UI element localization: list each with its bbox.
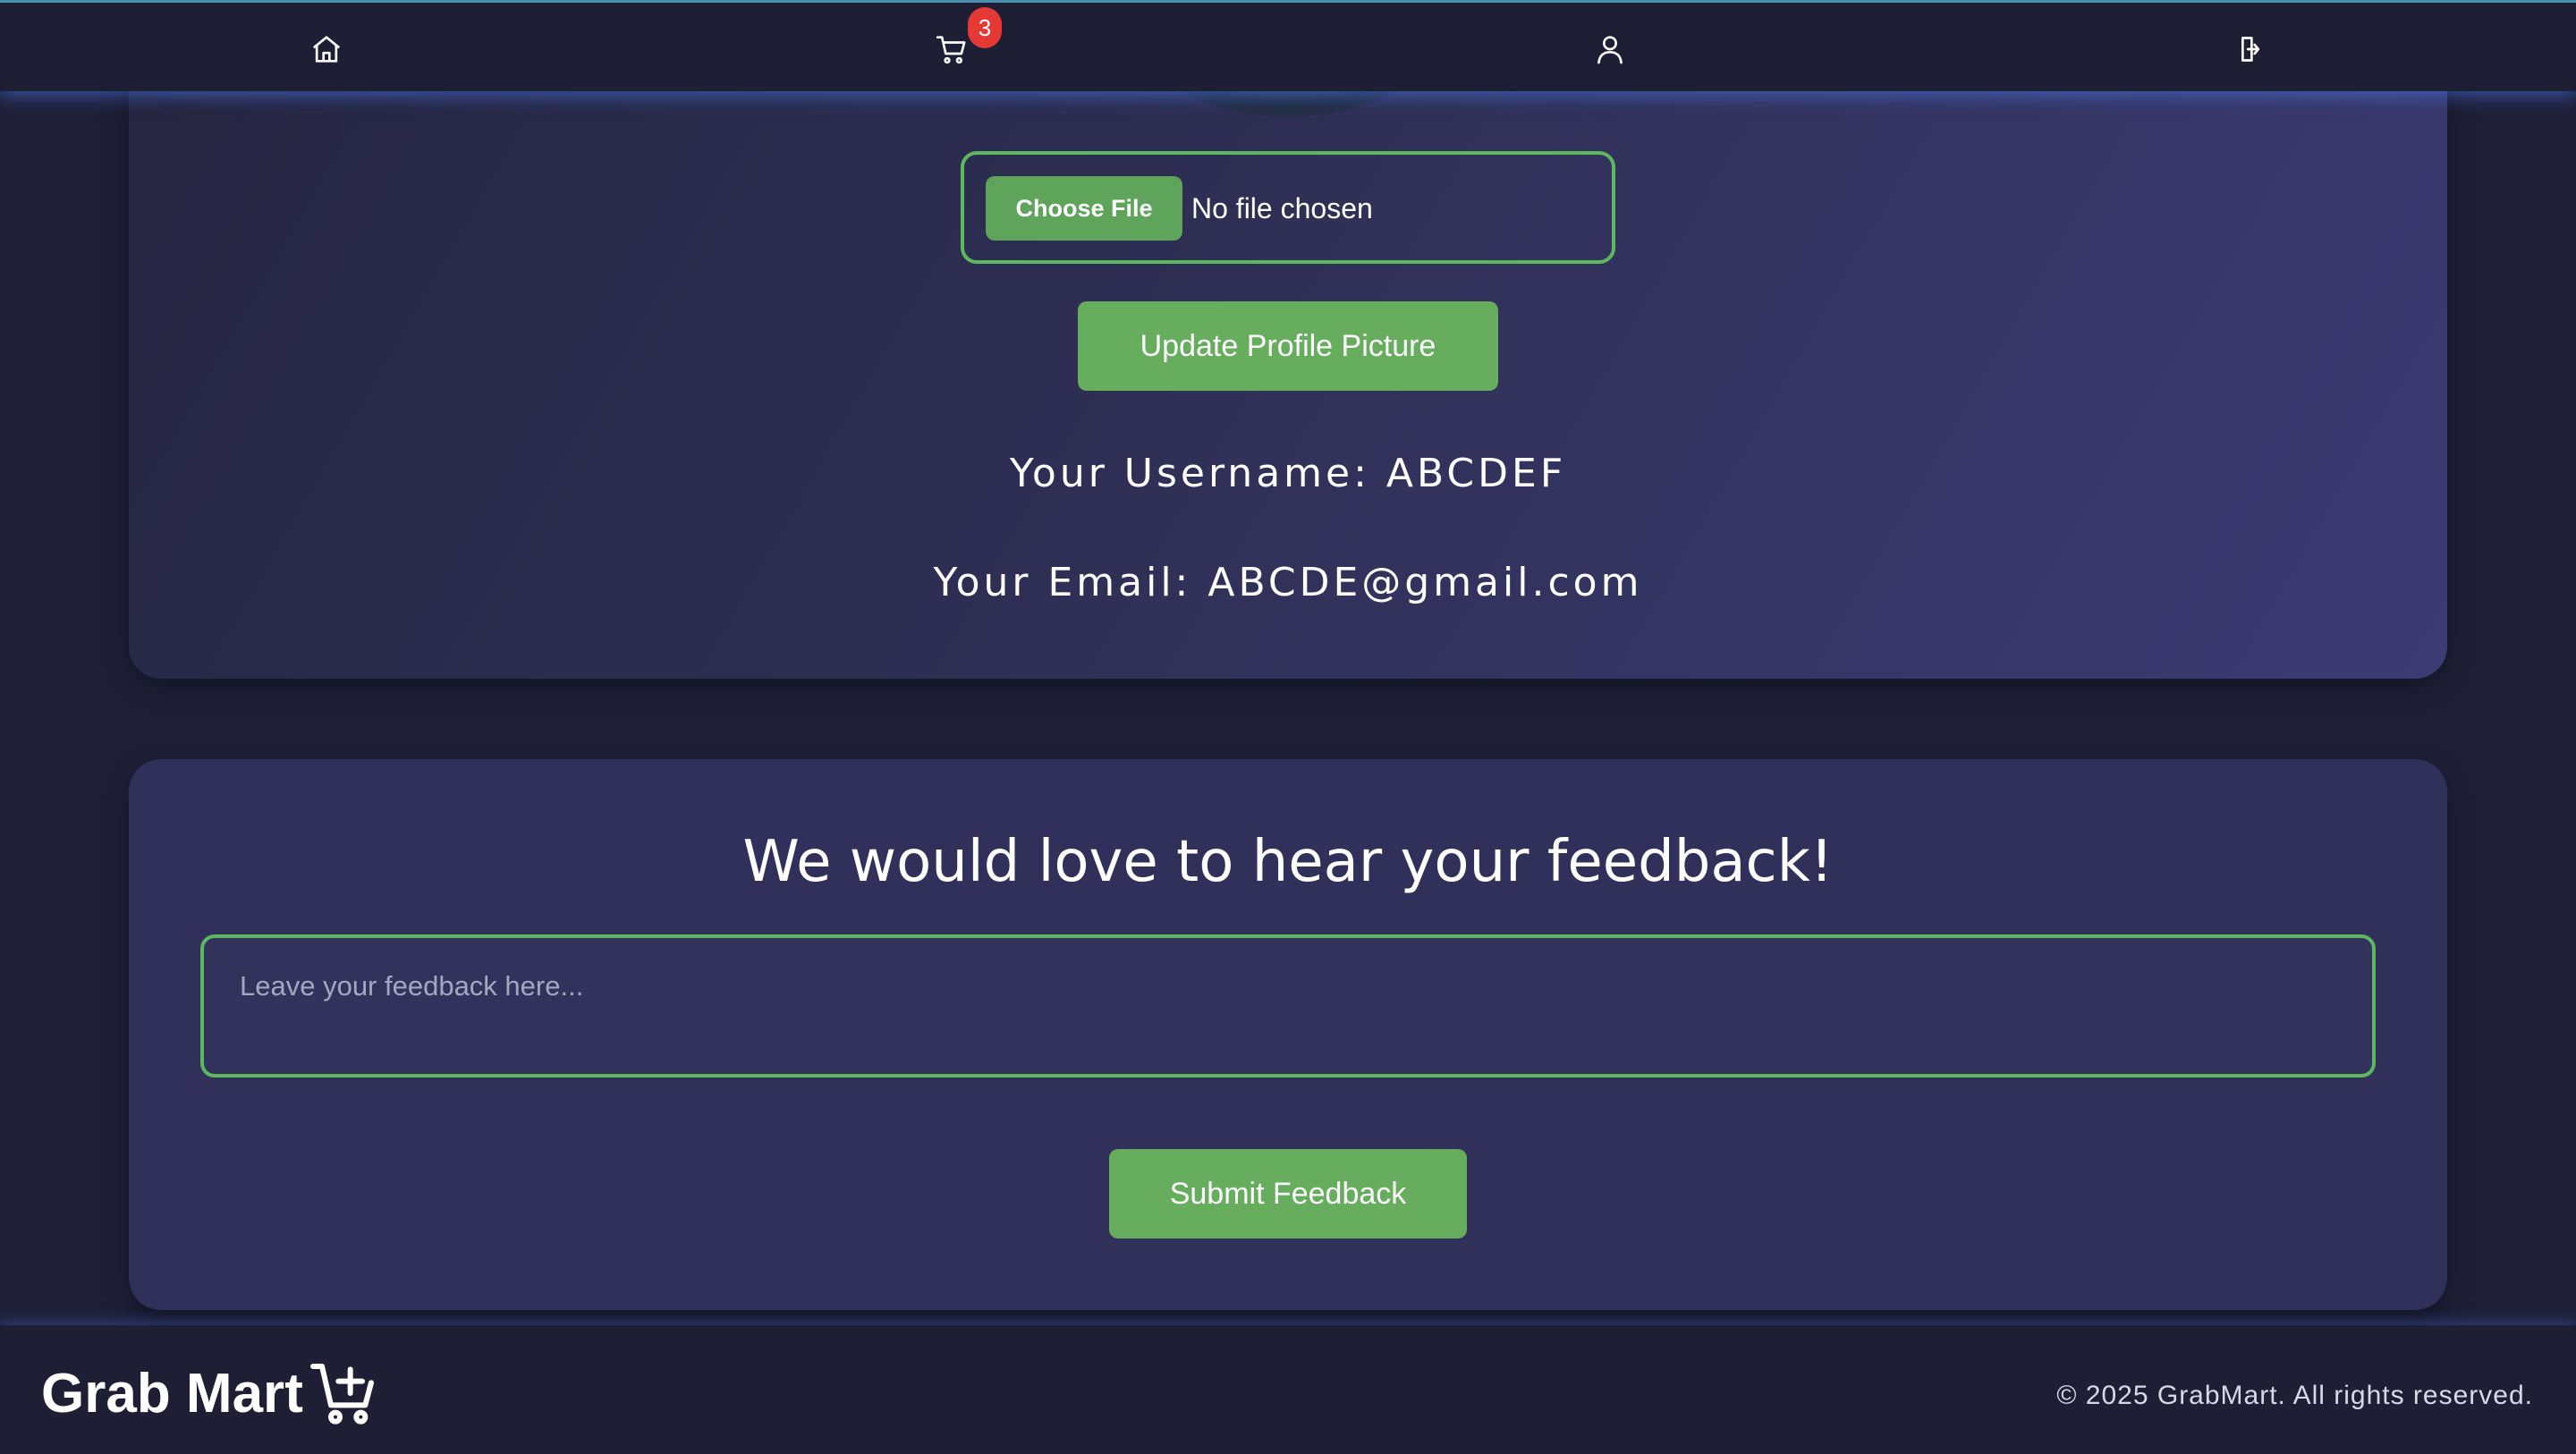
file-upload-field[interactable]: Choose File No file chosen	[961, 151, 1615, 264]
feedback-title: We would love to hear your feedback!	[742, 829, 1834, 895]
update-profile-picture-button[interactable]: Update Profile Picture	[1078, 301, 1498, 391]
choose-file-button[interactable]: Choose File	[986, 176, 1182, 241]
email-text: Your Email: ABCDE@gmail.com	[933, 560, 1643, 605]
feedback-textarea[interactable]	[200, 934, 2376, 1078]
copyright-text: © 2025 GrabMart. All rights reserved.	[2056, 1381, 2533, 1410]
brand-name: Grab Mart	[41, 1362, 303, 1424]
user-icon	[1597, 36, 1623, 64]
nav-logout[interactable]	[2227, 28, 2270, 71]
home-icon	[312, 36, 341, 63]
footer: Grab Mart © 2025 GrabMart. All rights re…	[0, 1325, 2576, 1454]
cart-count-badge: 3	[968, 7, 1002, 48]
logout-icon	[2241, 37, 2260, 62]
username-text: Your Username: ABCDEF	[1009, 451, 1567, 496]
feedback-card: We would love to hear your feedback! Sub…	[129, 759, 2447, 1310]
brand-logo[interactable]: Grab Mart	[41, 1357, 380, 1429]
cart-plus-icon	[309, 1364, 374, 1424]
nav-cart[interactable]	[930, 28, 973, 71]
submit-feedback-button[interactable]: Submit Feedback	[1109, 1149, 1467, 1238]
cart-icon	[936, 36, 966, 64]
file-status-text: No file chosen	[1191, 192, 1373, 224]
top-navbar: 3	[0, 0, 2576, 91]
nav-home[interactable]	[305, 28, 348, 71]
nav-profile[interactable]	[1589, 28, 1631, 71]
